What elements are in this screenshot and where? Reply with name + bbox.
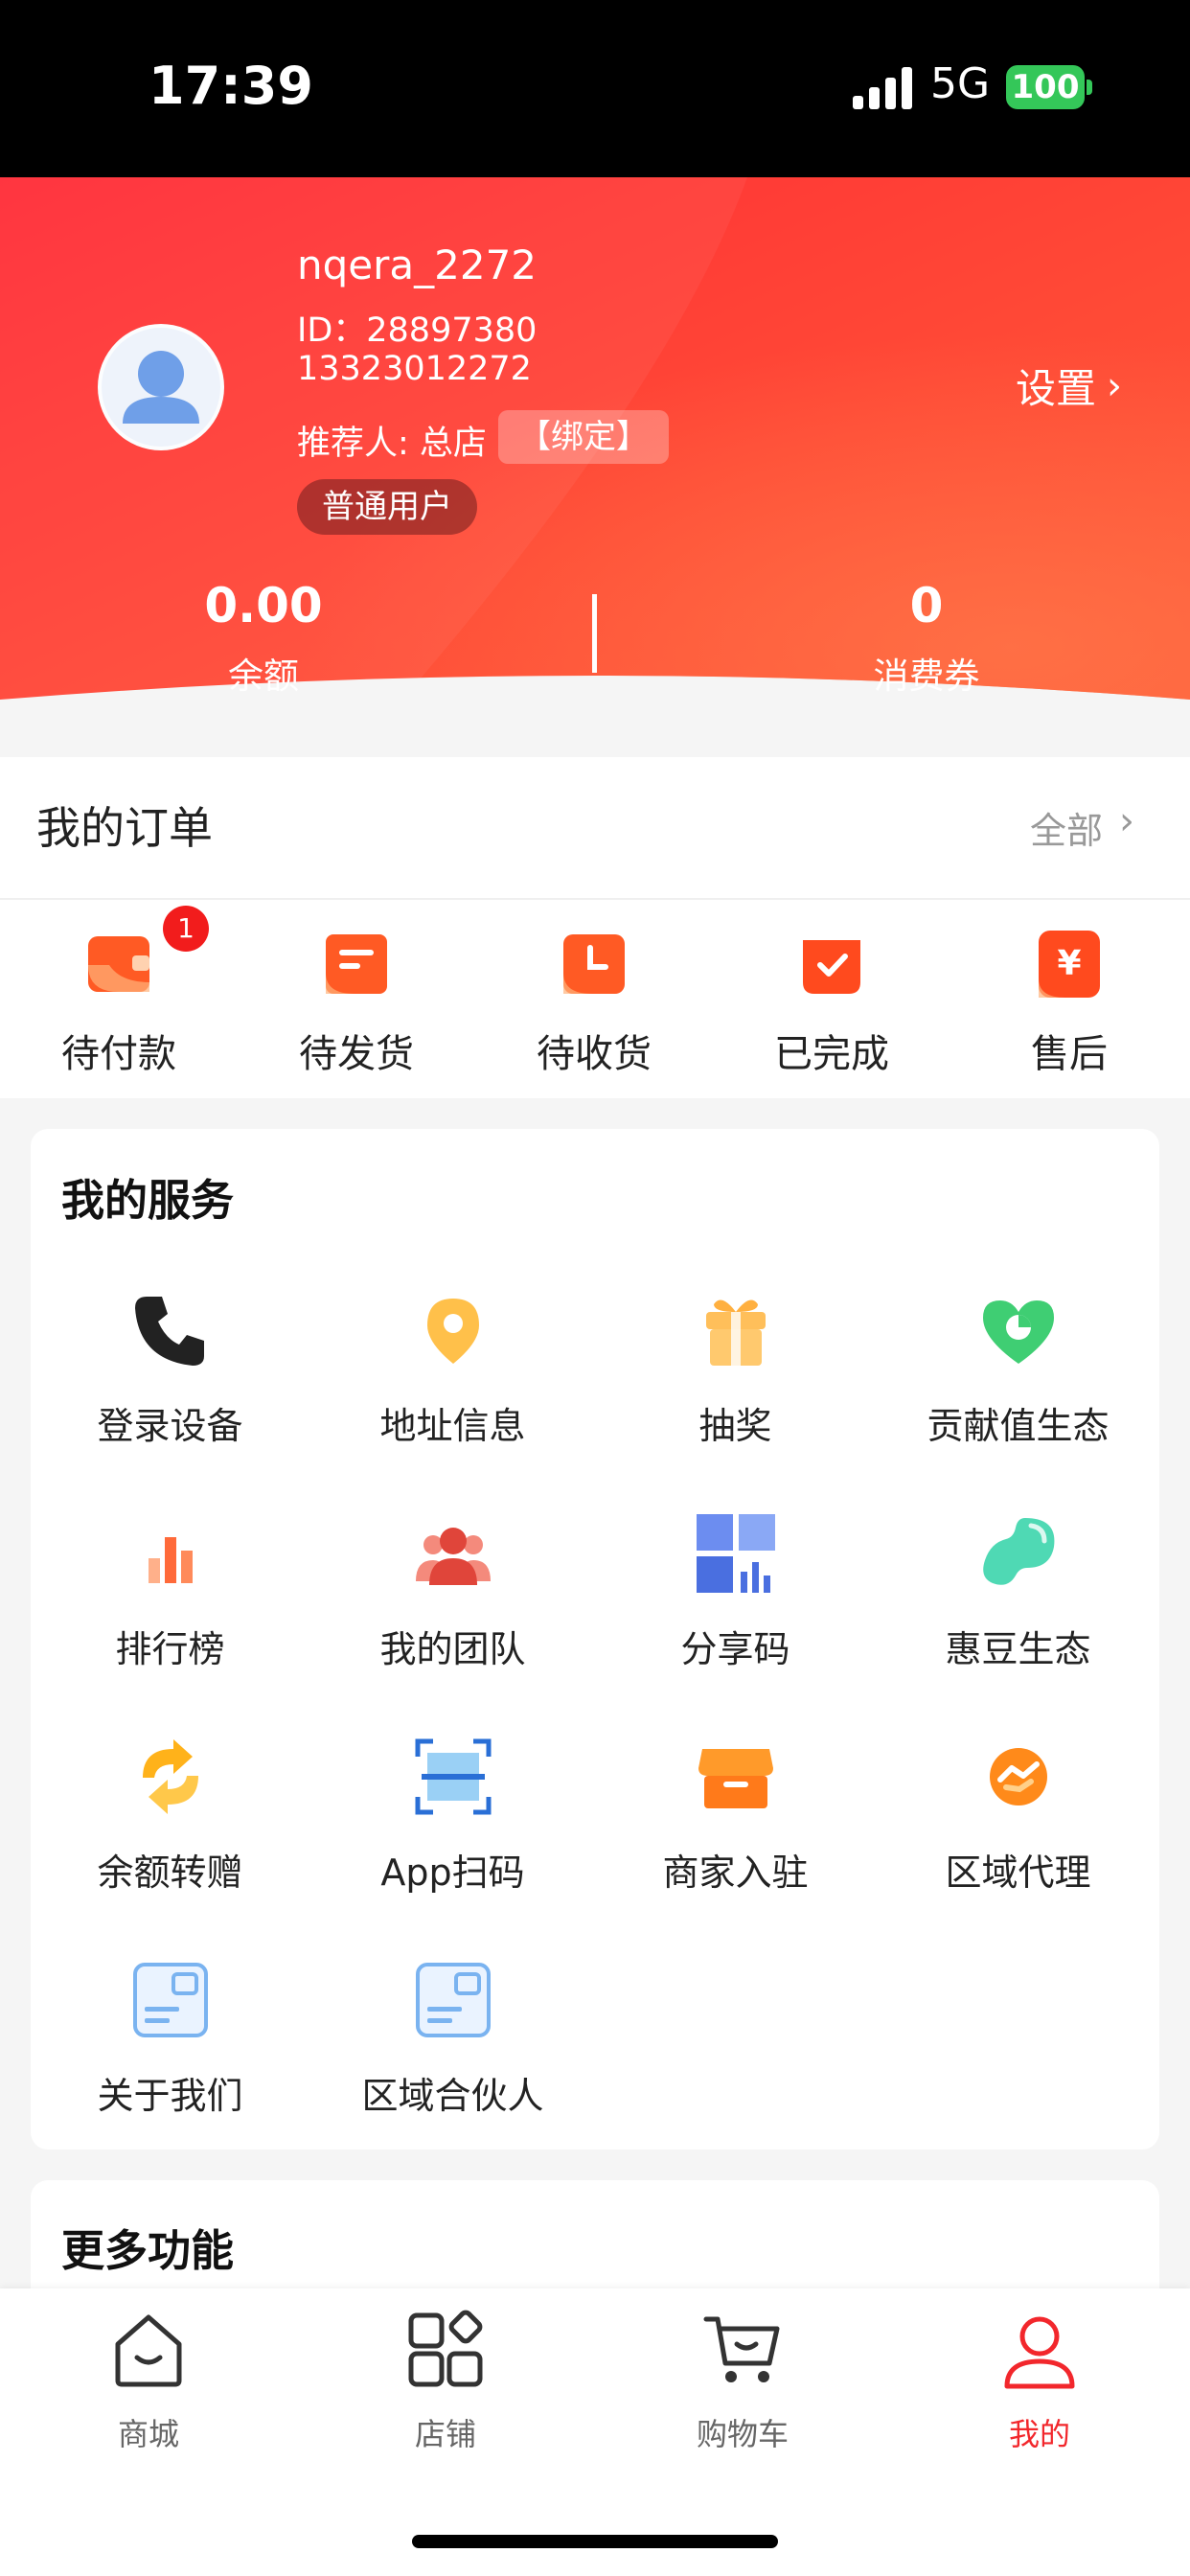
service-merchant-join[interactable]: 商家入驻 bbox=[594, 1736, 877, 1927]
check-box-icon bbox=[803, 940, 860, 994]
divider bbox=[0, 898, 1190, 900]
referrer-text: 推荐人: 总店 bbox=[297, 425, 487, 463]
stats-divider bbox=[592, 594, 597, 673]
service-label: 商家入驻 bbox=[662, 1852, 809, 1894]
bind-button[interactable]: 【绑定】 bbox=[498, 410, 669, 464]
card-icon bbox=[416, 1963, 491, 2037]
order-label: 售后 bbox=[1031, 1032, 1108, 1076]
service-regional-partner[interactable]: 区域合伙人 bbox=[311, 1959, 594, 2150]
service-regional-agent[interactable]: 区域代理 bbox=[877, 1736, 1159, 1927]
service-label: 惠豆生态 bbox=[945, 1628, 1091, 1670]
service-app-scan[interactable]: App扫码 bbox=[311, 1736, 594, 1927]
battery-tip bbox=[1087, 80, 1092, 95]
service-label: 关于我们 bbox=[97, 2075, 243, 2117]
tab-label: 商城 bbox=[117, 2416, 179, 2452]
service-contribution[interactable]: 贡献值生态 bbox=[877, 1289, 1159, 1481]
yen-icon: ¥ bbox=[1039, 931, 1100, 998]
order-label: 待付款 bbox=[61, 1032, 176, 1076]
ship-box-icon bbox=[326, 934, 387, 994]
tab-mall[interactable]: 商城 bbox=[53, 2310, 244, 2453]
settings-link[interactable]: 设置 bbox=[1016, 356, 1096, 415]
card-icon bbox=[133, 1963, 208, 2037]
service-label: 余额转赠 bbox=[97, 1852, 243, 1894]
network-label: 5G bbox=[930, 59, 991, 108]
bar-chart-icon bbox=[149, 1537, 193, 1583]
service-label: 区域合伙人 bbox=[361, 2075, 544, 2117]
service-label: 区域代理 bbox=[945, 1852, 1091, 1894]
tab-label: 购物车 bbox=[696, 2416, 789, 2452]
signal-icon bbox=[853, 67, 912, 109]
battery-icon: 100 bbox=[1006, 65, 1085, 109]
service-label: 贡献值生态 bbox=[927, 1405, 1110, 1447]
transfer-icon bbox=[143, 1739, 198, 1814]
team-icon bbox=[416, 1528, 491, 1585]
clock-box-icon bbox=[563, 934, 625, 994]
service-my-team[interactable]: 我的团队 bbox=[311, 1512, 594, 1704]
service-label: 地址信息 bbox=[379, 1405, 526, 1447]
tab-label: 我的 bbox=[1008, 2416, 1070, 2452]
balance-value[interactable]: 0.00 bbox=[153, 578, 374, 633]
chevron-right-icon[interactable]: › bbox=[1119, 799, 1134, 843]
store-icon bbox=[698, 1749, 773, 1808]
avatar[interactable] bbox=[98, 324, 224, 450]
service-about-us[interactable]: 关于我们 bbox=[29, 1959, 311, 2150]
username: nqera_2272 bbox=[297, 242, 538, 288]
handshake-icon bbox=[990, 1748, 1047, 1806]
order-label: 待发货 bbox=[299, 1032, 414, 1076]
service-ranking[interactable]: 排行榜 bbox=[29, 1512, 311, 1704]
service-label: 登录设备 bbox=[97, 1405, 243, 1447]
bean-icon bbox=[983, 1518, 1055, 1585]
order-count-badge: 1 bbox=[163, 906, 209, 952]
services-title: 我的服务 bbox=[61, 1175, 235, 1226]
service-label: App扫码 bbox=[380, 1852, 525, 1894]
user-level-badge: 普通用户 bbox=[297, 479, 477, 535]
order-after-sales[interactable]: ¥ 售后 bbox=[969, 915, 1170, 1088]
chevron-right-icon[interactable]: › bbox=[1107, 364, 1122, 408]
voucher-label[interactable]: 消费券 bbox=[816, 647, 1037, 699]
user-id: ID：28897380 bbox=[297, 311, 538, 350]
service-share-code[interactable]: 分享码 bbox=[594, 1512, 877, 1704]
avatar-person-icon bbox=[123, 351, 199, 424]
service-lottery[interactable]: 抽奖 bbox=[594, 1289, 877, 1481]
gift-icon bbox=[706, 1300, 766, 1366]
cart-icon bbox=[703, 2316, 780, 2382]
order-pending-shipment[interactable]: 待发货 bbox=[256, 915, 457, 1088]
orders-title: 我的订单 bbox=[36, 802, 213, 854]
order-pending-receipt[interactable]: 待收货 bbox=[493, 915, 695, 1088]
more-features-title: 更多功能 bbox=[61, 2225, 235, 2276]
tab-mine[interactable]: 我的 bbox=[944, 2310, 1135, 2453]
tab-cart[interactable]: 购物车 bbox=[647, 2310, 838, 2453]
order-completed[interactable]: 已完成 bbox=[731, 915, 932, 1088]
service-login-devices[interactable]: 登录设备 bbox=[29, 1289, 311, 1481]
shop-grid-icon bbox=[408, 2310, 483, 2387]
tab-label: 店铺 bbox=[414, 2416, 476, 2452]
scan-icon bbox=[415, 1738, 492, 1815]
phone-number: 13323012272 bbox=[297, 350, 532, 388]
qr-code-icon bbox=[697, 1514, 775, 1593]
balance-label[interactable]: 余额 bbox=[153, 647, 374, 699]
svg-text:¥: ¥ bbox=[1057, 944, 1081, 983]
phone-icon bbox=[135, 1297, 204, 1366]
status-time: 17:39 bbox=[149, 56, 313, 116]
service-balance-transfer[interactable]: 余额转赠 bbox=[29, 1736, 311, 1927]
order-label: 已完成 bbox=[774, 1032, 889, 1076]
order-label: 待收货 bbox=[537, 1032, 652, 1076]
profile-icon bbox=[1004, 2316, 1075, 2389]
orders-all-link[interactable]: 全部 bbox=[1030, 801, 1103, 854]
service-bean-ecology[interactable]: 惠豆生态 bbox=[877, 1512, 1159, 1704]
wallet-icon bbox=[88, 936, 149, 992]
service-label: 排行榜 bbox=[115, 1628, 225, 1670]
tab-store[interactable]: 店铺 bbox=[350, 2310, 541, 2453]
home-indicator bbox=[412, 2535, 778, 2548]
heart-icon bbox=[983, 1300, 1054, 1364]
service-label: 我的团队 bbox=[379, 1628, 526, 1670]
home-icon bbox=[115, 2314, 182, 2387]
service-label: 抽奖 bbox=[698, 1405, 772, 1447]
service-label: 分享码 bbox=[680, 1628, 790, 1670]
location-pin-icon bbox=[427, 1299, 479, 1364]
voucher-value[interactable]: 0 bbox=[816, 578, 1037, 633]
service-address[interactable]: 地址信息 bbox=[311, 1289, 594, 1481]
